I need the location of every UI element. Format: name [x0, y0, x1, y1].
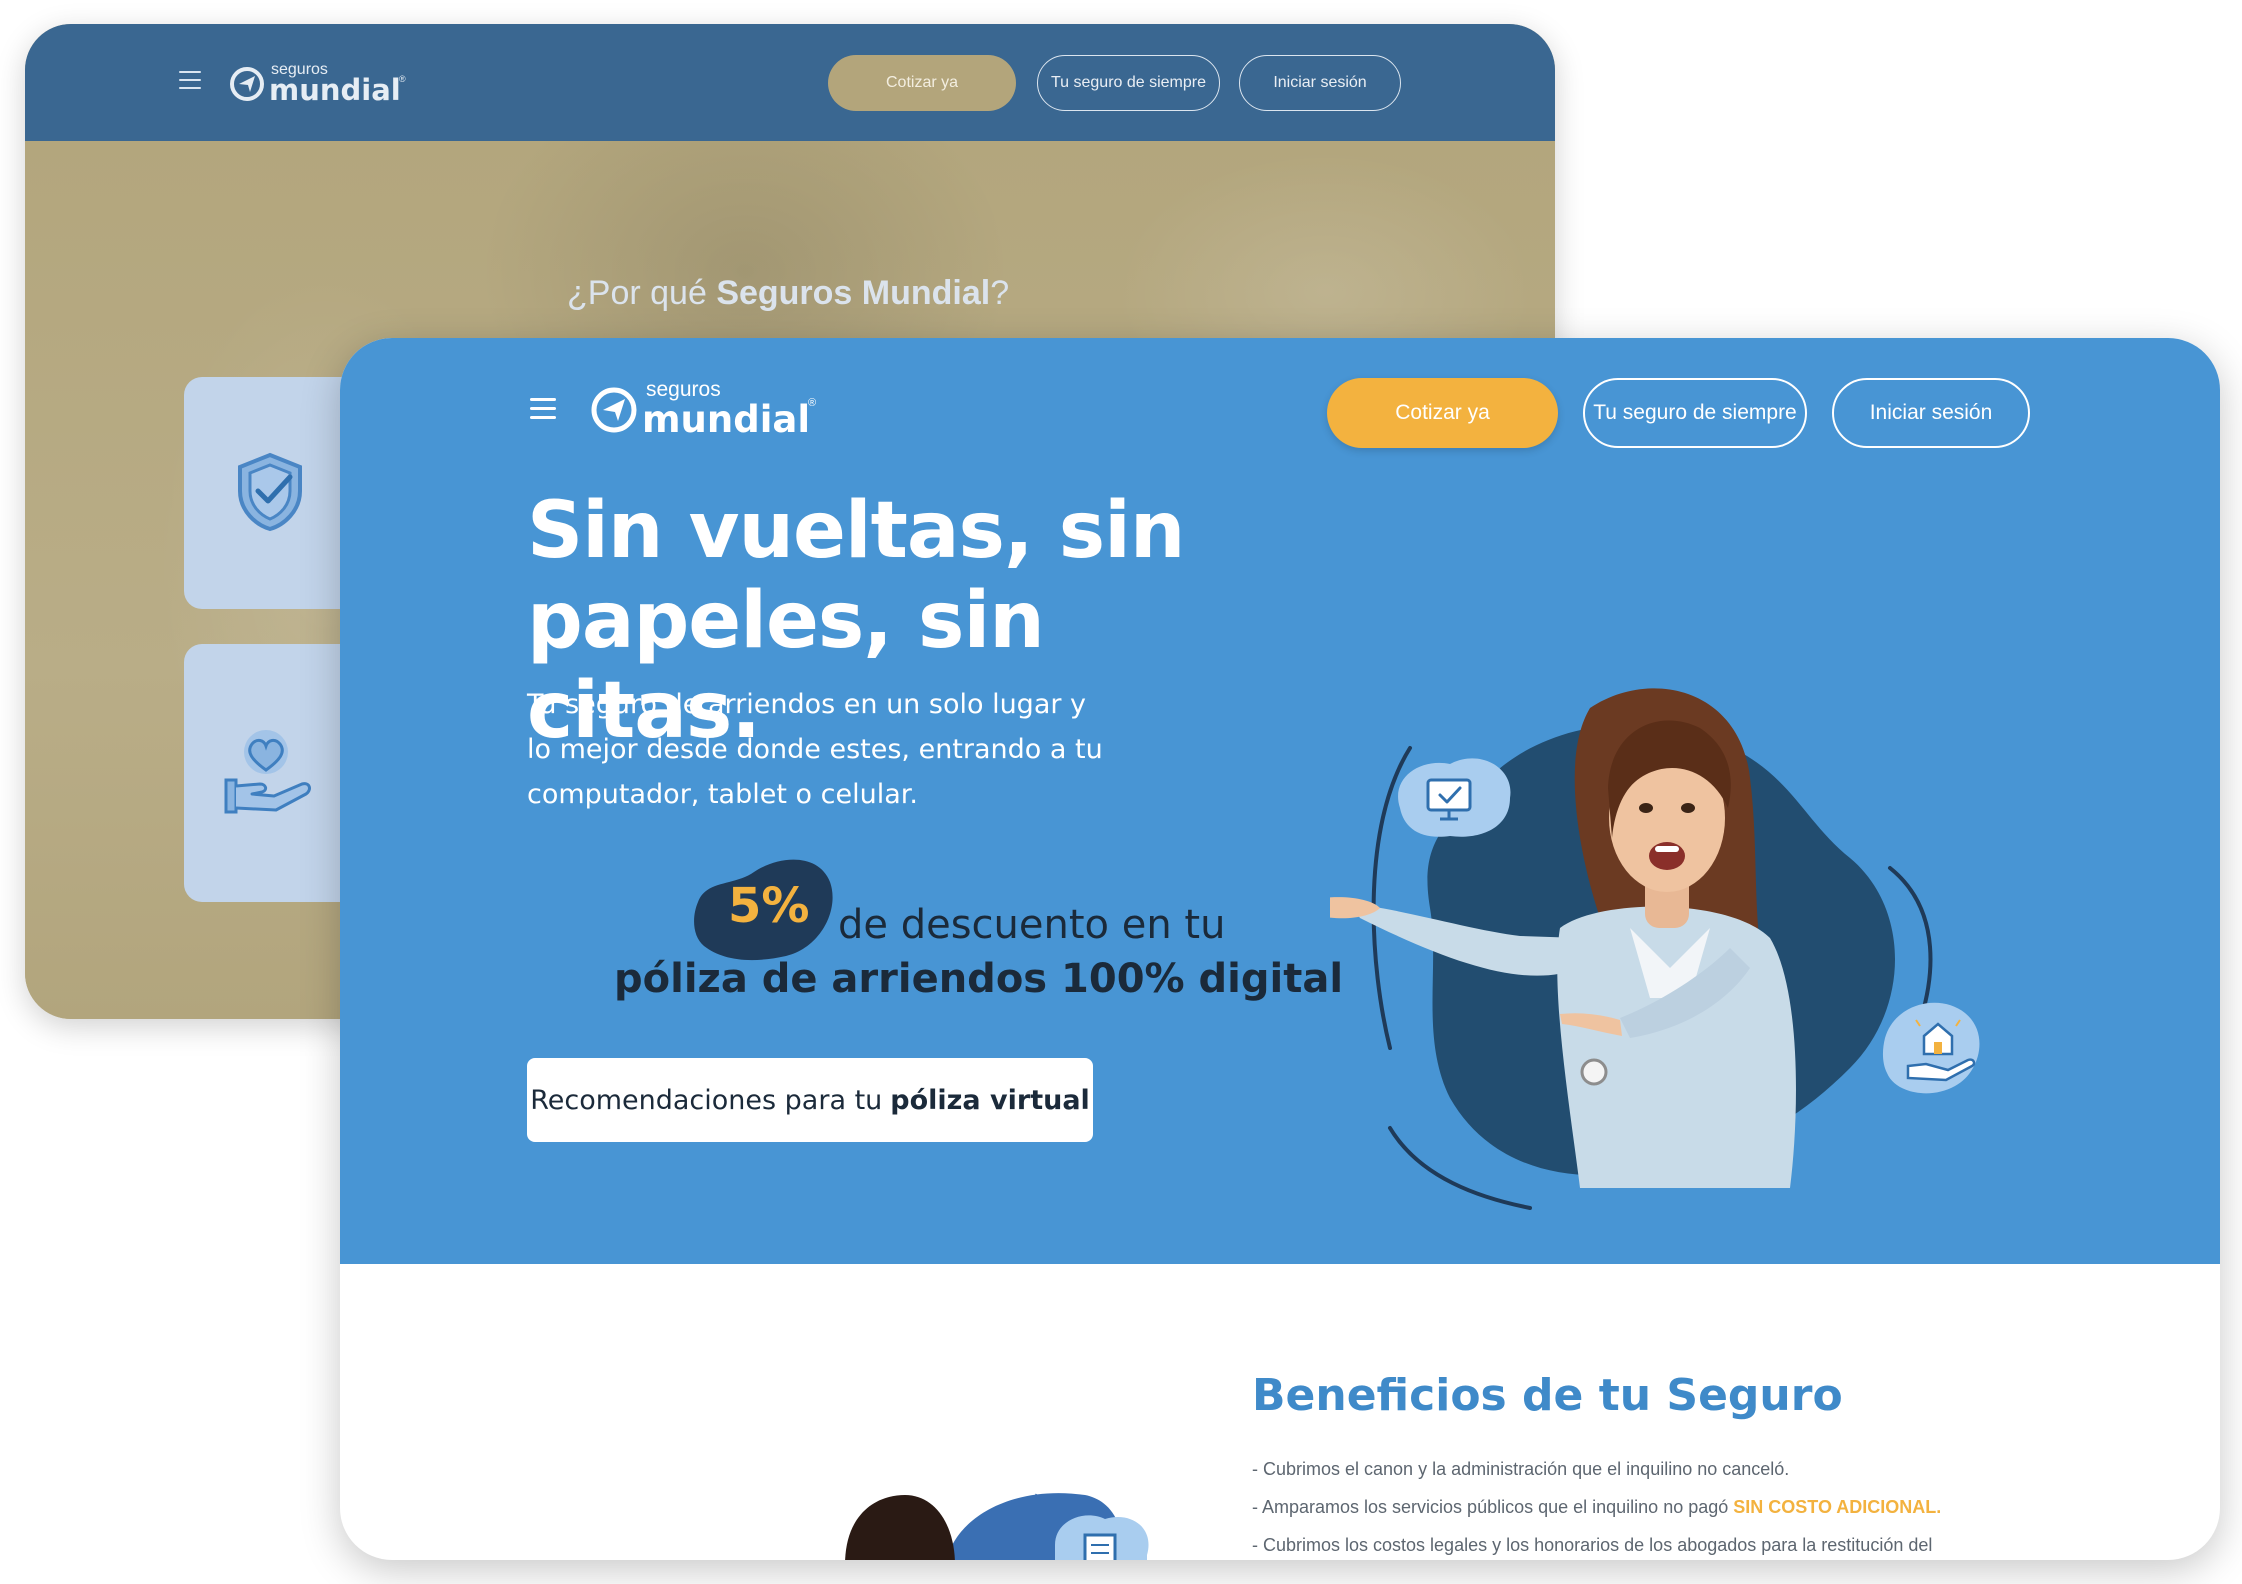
hamburger-menu-icon[interactable] — [530, 398, 556, 420]
discount-text-line2: póliza de arriendos 100% digital — [614, 956, 1344, 1002]
shield-check-icon — [234, 451, 306, 537]
hero-subtitle-line2: lo mejor desde donde estes, entrando a t… — [527, 734, 1103, 765]
hero-illustration — [1310, 668, 2030, 1232]
back-title-prefix: ¿Por qué — [567, 274, 717, 312]
hero-title-line1: Sin vueltas, sin — [527, 486, 1185, 576]
hero-subtitle: Tu seguro de arriendos en un solo lugar … — [527, 682, 1127, 817]
discount-text-line1: de descuento en tu — [838, 902, 1226, 948]
hero-subtitle-line1: Tu seguro de arriendos en un solo lugar … — [527, 689, 1087, 720]
benefit-text: - Cubrimos los costos legales y los hono… — [1252, 1535, 1933, 1555]
forever-insurance-button[interactable]: Tu seguro de siempre — [1583, 378, 1807, 448]
back-forever-button[interactable]: Tu seguro de siempre — [1037, 55, 1220, 111]
hamburger-menu-icon[interactable] — [179, 71, 201, 91]
hero-section: seguros mundial ® Cotizar ya Tu seguro d… — [340, 338, 2220, 1264]
reco-prefix: Recomendaciones para tu — [530, 1084, 883, 1116]
benefit-item: - Cubrimos los costos legales y los hono… — [1252, 1526, 1941, 1560]
back-title-bold: Seguros Mundial — [716, 274, 991, 312]
quote-button[interactable]: Cotizar ya — [1327, 378, 1558, 448]
back-section-title: ¿Por qué Seguros Mundial? — [567, 274, 1009, 313]
hero-subtitle-line3: computador, tablet o celular. — [527, 779, 918, 810]
discount-percentage: 5% — [728, 878, 810, 934]
benefit-text: - Cubrimos el canon y la administración … — [1252, 1459, 1790, 1479]
benefit-text: - Amparamos los servicios públicos que e… — [1252, 1497, 1734, 1517]
logo-big-text: mundial — [642, 398, 810, 441]
logo[interactable]: seguros mundial ® — [590, 376, 820, 446]
back-title-suffix: ? — [990, 274, 1010, 312]
svg-text:®: ® — [808, 397, 816, 409]
monitor-check-icon — [1398, 758, 1511, 837]
back-header: seguros mundial ® Cotizar ya Tu seguro d… — [25, 24, 1555, 141]
benefits-title: Beneficios de tu Seguro — [1252, 1370, 1843, 1421]
login-button[interactable]: Iniciar sesión — [1832, 378, 2030, 448]
back-logo[interactable]: seguros mundial ® — [229, 58, 409, 112]
svg-text:®: ® — [399, 74, 406, 84]
benefits-illustration — [785, 1485, 1165, 1560]
benefit-item: - Amparamos los servicios públicos que e… — [1252, 1488, 1941, 1526]
house-hand-icon — [1882, 1002, 1980, 1094]
reco-bold: póliza virtual — [890, 1084, 1090, 1116]
back-quote-button[interactable]: Cotizar ya — [828, 55, 1016, 111]
front-window: seguros mundial ® Cotizar ya Tu seguro d… — [340, 338, 2220, 1560]
heart-hand-icon — [222, 730, 314, 822]
benefits-list: - Cubrimos el canon y la administración … — [1252, 1450, 1941, 1560]
logo-big-text: mundial — [269, 73, 401, 107]
back-login-button[interactable]: Iniciar sesión — [1239, 55, 1401, 111]
benefit-highlight: SIN COSTO ADICIONAL. — [1733, 1497, 1942, 1517]
benefit-item: - Cubrimos el canon y la administración … — [1252, 1450, 1941, 1488]
recommendations-button[interactable]: Recomendaciones para tu póliza virtual — [527, 1058, 1093, 1142]
